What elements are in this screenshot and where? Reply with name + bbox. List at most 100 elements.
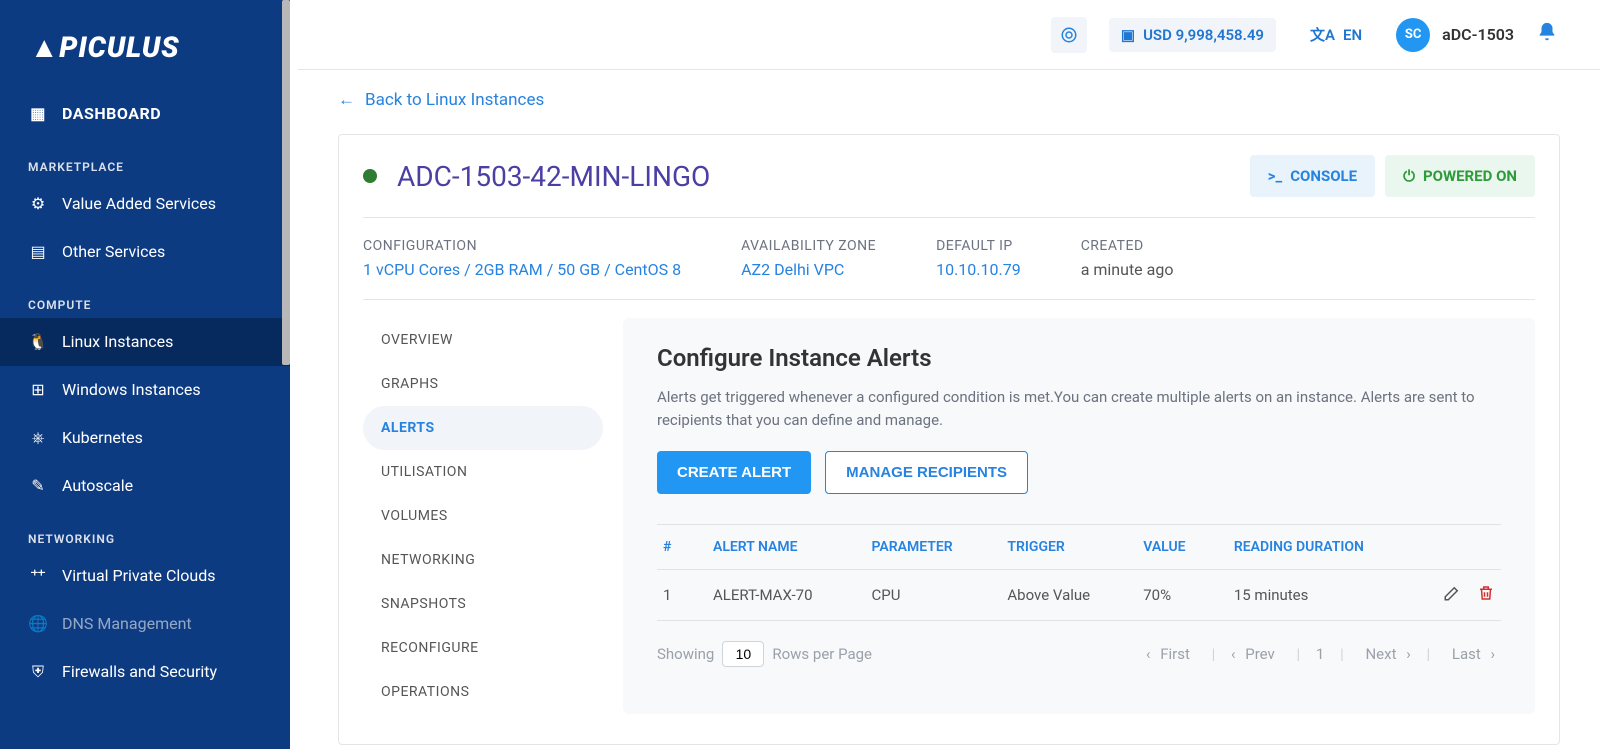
tab-overview[interactable]: OVERVIEW: [363, 318, 603, 362]
meta-label-az: AVAILABILITY ZONE: [741, 238, 876, 254]
autoscale-icon: ✎: [28, 476, 48, 496]
col-value[interactable]: VALUE: [1143, 539, 1234, 555]
power-icon: ⏻: [1403, 167, 1415, 185]
sidebar-item-windows[interactable]: ⊞ Windows Instances: [0, 366, 290, 414]
col-param[interactable]: PARAMETER: [872, 539, 1008, 555]
create-alert-button[interactable]: CREATE ALERT: [657, 451, 811, 494]
shield-icon: ⛨: [28, 662, 48, 682]
paging-current[interactable]: 1: [1310, 645, 1330, 663]
button-label: POWERED ON: [1423, 167, 1517, 185]
cell-duration: 15 minutes: [1234, 586, 1415, 604]
sidebar-item-vpc[interactable]: ⺿ Virtual Private Clouds: [0, 552, 290, 600]
sidebar-section-marketplace: MARKETPLACE: [0, 138, 290, 180]
tab-volumes[interactable]: VOLUMES: [363, 494, 603, 538]
col-name[interactable]: ALERT NAME: [713, 539, 872, 555]
alerts-table: # ALERT NAME PARAMETER TRIGGER VALUE REA…: [657, 524, 1501, 621]
table-row: 1 ALERT-MAX-70 CPU Above Value 70% 15 mi…: [657, 570, 1501, 621]
sidebar-item-label: Firewalls and Security: [62, 662, 217, 681]
cell-param: CPU: [872, 586, 1008, 604]
power-button[interactable]: ⏻ POWERED ON: [1385, 155, 1535, 197]
paging-showing: Showing: [657, 645, 714, 663]
tab-graphs[interactable]: GRAPHS: [363, 362, 603, 406]
sidebar-item-label: Linux Instances: [62, 332, 173, 351]
panel-description: Alerts get triggered whenever a configur…: [657, 386, 1501, 431]
svg-text:▲PICULUS: ▲PICULUS: [30, 31, 179, 64]
tab-alerts[interactable]: ALERTS: [363, 406, 603, 450]
cell-value: 70%: [1143, 586, 1234, 604]
sidebar-item-linux[interactable]: 🐧 Linux Instances: [0, 318, 290, 366]
sidebar-item-label: Kubernetes: [62, 428, 143, 447]
tab-utilisation[interactable]: UTILISATION: [363, 450, 603, 494]
arrow-left-icon: ←: [338, 90, 355, 110]
language-switcher[interactable]: 文A EN: [1298, 16, 1374, 53]
instance-title: ADC-1503-42-MIN-LINGO: [397, 160, 710, 193]
sidebar-item-label: Virtual Private Clouds: [62, 566, 215, 585]
cell-num: 1: [663, 586, 713, 604]
sidebar-item-firewall[interactable]: ⛨ Firewalls and Security: [0, 648, 290, 696]
sidebar-item-autoscale[interactable]: ✎ Autoscale: [0, 462, 290, 510]
help-icon[interactable]: [1051, 17, 1087, 53]
back-link-label: Back to Linux Instances: [365, 90, 544, 110]
status-indicator: [363, 169, 377, 183]
meta-value-ip[interactable]: 10.10.10.79: [936, 260, 1021, 279]
console-button[interactable]: >_ CONSOLE: [1250, 155, 1375, 197]
tab-snapshots[interactable]: SNAPSHOTS: [363, 582, 603, 626]
network-icon: ⺿: [28, 566, 48, 586]
tab-operations[interactable]: OPERATIONS: [363, 670, 603, 714]
paging-last[interactable]: Last ›: [1440, 645, 1501, 663]
terminal-icon: >_: [1268, 167, 1282, 185]
delete-icon[interactable]: [1477, 584, 1495, 606]
sidebar: ▲PICULUS ▦ DASHBOARD MARKETPLACE ⚙ Value…: [0, 0, 290, 749]
language-label: EN: [1343, 26, 1362, 44]
notifications-icon[interactable]: [1536, 21, 1558, 48]
kubernetes-icon: ⎈: [28, 428, 48, 448]
cell-trigger: Above Value: [1007, 586, 1143, 604]
username: aDC-1503: [1442, 25, 1514, 44]
panel-title: Configure Instance Alerts: [657, 344, 1501, 372]
sidebar-item-label: DNS Management: [62, 614, 192, 633]
paging-next[interactable]: Next ›: [1353, 645, 1416, 663]
pagination: Showing Rows per Page ‹ First | ‹ Prev |…: [657, 641, 1501, 667]
avatar: SC: [1396, 18, 1430, 52]
sidebar-item-dns[interactable]: 🌐 DNS Management: [0, 600, 290, 648]
meta-label-config: CONFIGURATION: [363, 238, 681, 254]
linux-icon: 🐧: [28, 332, 48, 352]
meta-label-created: CREATED: [1081, 238, 1174, 254]
button-label: CONSOLE: [1290, 167, 1357, 185]
globe-icon: 🌐: [28, 614, 48, 634]
tab-networking[interactable]: NETWORKING: [363, 538, 603, 582]
col-trigger[interactable]: TRIGGER: [1007, 539, 1143, 555]
meta-value-az[interactable]: AZ2 Delhi VPC: [741, 260, 876, 279]
manage-recipients-button[interactable]: MANAGE RECIPIENTS: [825, 451, 1028, 494]
sidebar-item-vas[interactable]: ⚙ Value Added Services: [0, 180, 290, 228]
edit-icon[interactable]: [1443, 584, 1461, 606]
services-icon: ⚙: [28, 194, 48, 214]
user-menu[interactable]: SC aDC-1503: [1396, 18, 1514, 52]
grid-icon: ▤: [28, 242, 48, 262]
balance-chip[interactable]: ▣ USD 9,998,458.49: [1109, 18, 1276, 52]
translate-icon: 文A: [1310, 24, 1335, 45]
instance-card: ADC-1503-42-MIN-LINGO >_ CONSOLE ⏻ POWER…: [338, 134, 1560, 745]
cell-name: ALERT-MAX-70: [713, 586, 872, 604]
sidebar-item-other[interactable]: ▤ Other Services: [0, 228, 290, 276]
meta-label-ip: DEFAULT IP: [936, 238, 1021, 254]
paging-first[interactable]: ‹ First: [1140, 645, 1202, 663]
back-link[interactable]: ← Back to Linux Instances: [338, 90, 544, 110]
sidebar-item-dashboard[interactable]: ▦ DASHBOARD: [0, 90, 290, 138]
topbar: ▣ USD 9,998,458.49 文A EN SC aDC-1503: [298, 0, 1600, 70]
sidebar-section-networking: NETWORKING: [0, 510, 290, 552]
col-duration[interactable]: READING DURATION: [1234, 539, 1415, 555]
page-size-input[interactable]: [722, 641, 764, 667]
sidebar-item-kubernetes[interactable]: ⎈ Kubernetes: [0, 414, 290, 462]
paging-rows-label: Rows per Page: [772, 645, 872, 663]
instance-subnav: OVERVIEW GRAPHS ALERTS UTILISATION VOLUM…: [363, 318, 603, 714]
sidebar-item-label: DASHBOARD: [62, 104, 161, 123]
paging-prev[interactable]: ‹ Prev: [1225, 645, 1287, 663]
alerts-panel: Configure Instance Alerts Alerts get tri…: [623, 318, 1535, 714]
brand-logo[interactable]: ▲PICULUS: [0, 0, 290, 90]
tab-reconfigure[interactable]: RECONFIGURE: [363, 626, 603, 670]
meta-value-config[interactable]: 1 vCPU Cores / 2GB RAM / 50 GB / CentOS …: [363, 260, 681, 279]
meta-value-created: a minute ago: [1081, 260, 1174, 279]
sidebar-section-compute: COMPUTE: [0, 276, 290, 318]
col-num[interactable]: #: [663, 539, 713, 555]
